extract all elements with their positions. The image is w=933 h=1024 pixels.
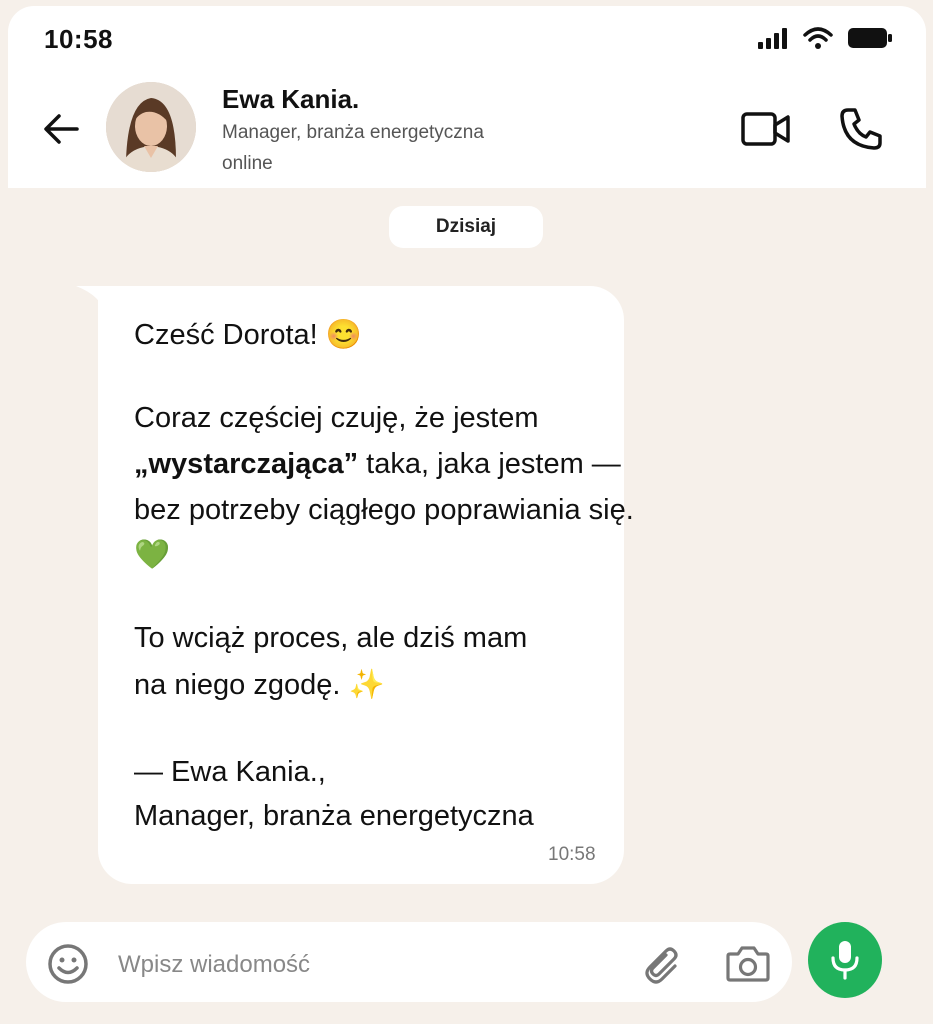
date-separator: Dzisiaj [389,206,543,248]
status-icons [757,26,893,50]
attach-button[interactable] [638,942,684,988]
message-timestamp: 10:58 [548,844,596,865]
message-text: taka, jaka jestem — [358,448,621,480]
camera-icon [726,946,770,982]
wifi-icon [803,27,833,49]
voice-call-button[interactable] [838,106,884,152]
voice-message-button[interactable] [808,922,882,998]
contact-photo [106,82,196,172]
message-signature: — Ewa Kania., [134,756,326,788]
message-greeting: Cześć Dorota! 😊 [134,319,362,351]
camera-button[interactable] [724,942,772,986]
message-signature: Manager, branża energetyczna [134,800,534,832]
message-line: bez potrzeby ciągłego poprawiania się. [134,494,634,526]
message-input[interactable] [116,944,620,986]
contact-status: online [222,153,273,174]
video-camera-icon [741,112,790,146]
message-line: na niego zgodę. ✨ [134,669,385,701]
message-line: Coraz częściej czuję, że jestem [134,402,539,434]
contact-name[interactable]: Ewa Kania. [222,84,359,115]
chat-screen: 10:58 Ewa Kania. Manager, branża energet… [0,0,933,1024]
paperclip-icon [645,947,678,984]
status-time: 10:58 [44,24,113,54]
arrow-left-icon [44,114,79,144]
message-line: 💚 [134,539,171,571]
message-line: To wciąż proces, ale dziś mam [134,622,528,654]
message-line: „wystarczająca” taka, jaka jestem — [134,448,621,481]
emoji-button[interactable] [46,942,90,986]
phone-icon [840,108,882,150]
contact-role: Manager, branża energetyczna [222,122,484,143]
avatar[interactable] [106,82,196,172]
message-emphasis: „wystarczająca” [134,448,359,480]
smiley-icon [48,944,88,984]
message-bubble[interactable] [98,286,624,884]
battery-icon [848,28,892,48]
signal-icon [758,28,787,49]
back-button[interactable] [38,106,84,152]
microphone-icon [831,941,859,980]
video-call-button[interactable] [740,108,792,150]
